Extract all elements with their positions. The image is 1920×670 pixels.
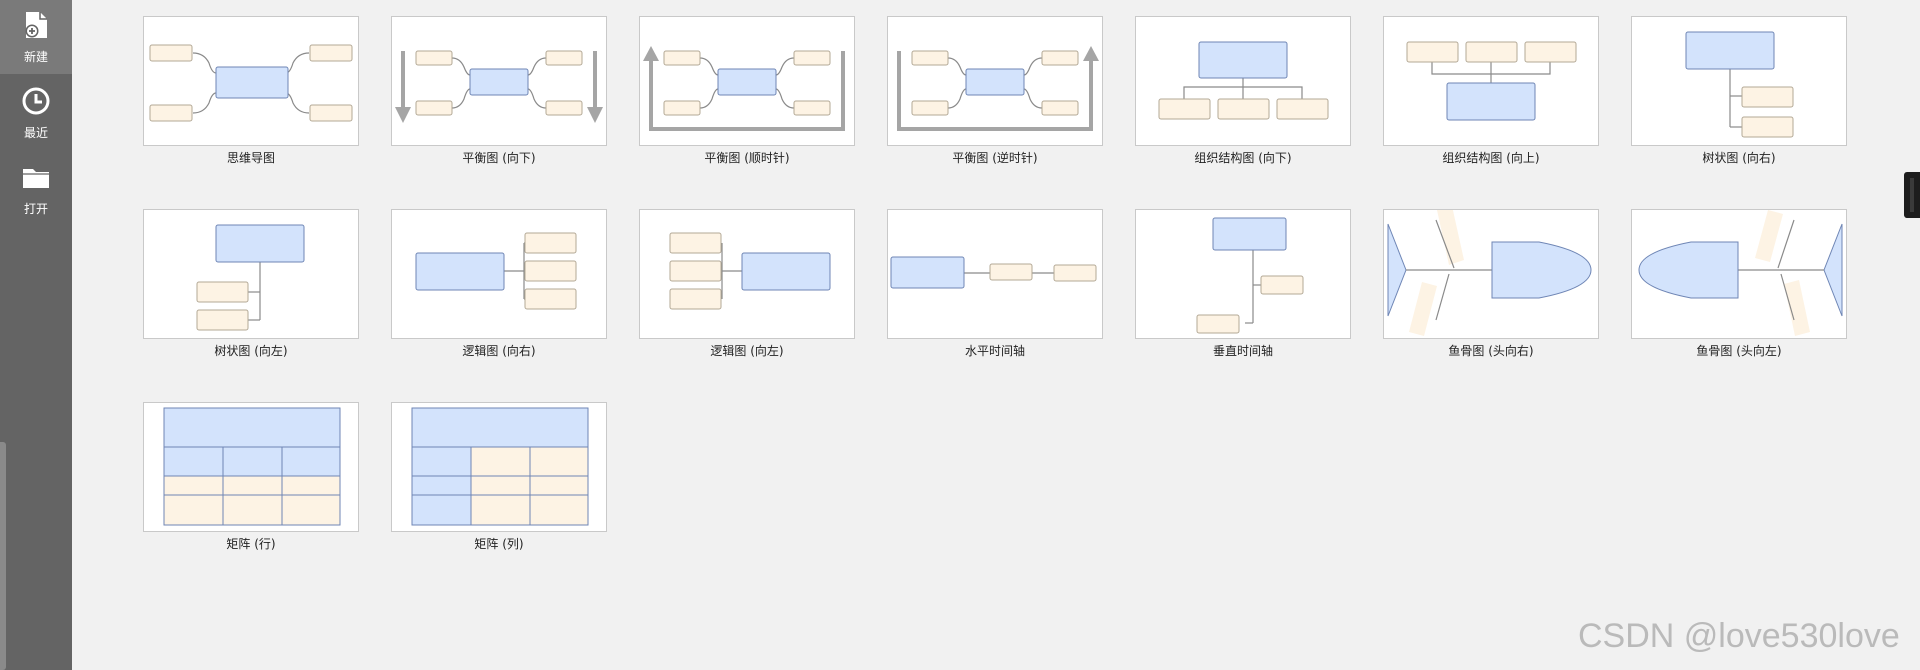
side-panel-grip: [1910, 178, 1914, 212]
template-label: 平衡图 (顺时针): [704, 151, 790, 165]
balance-clockwise-icon: [643, 46, 845, 131]
template-label: 鱼骨图 (头向右): [1448, 344, 1534, 358]
template-label: 垂直时间轴: [1212, 344, 1273, 358]
sidebar-scrollbar[interactable]: [0, 442, 6, 670]
template-thumbnail: [1135, 209, 1351, 339]
sidebar-item-label: 打开: [23, 202, 48, 216]
balance-counterclockwise-icon: [897, 46, 1099, 131]
horizontal-timeline-icon: [890, 256, 1097, 289]
template-label: 平衡图 (逆时针): [952, 151, 1038, 165]
matrix-row-icon: [163, 407, 341, 526]
template-label: 组织结构图 (向上): [1442, 151, 1540, 165]
new-file-icon: [25, 12, 47, 38]
watermark: CSDN @love530love: [1578, 617, 1900, 655]
template-thumbnail: [639, 209, 855, 339]
template-thumbnail: [1631, 209, 1847, 339]
template-thumbnail: [391, 402, 607, 532]
tree-right-icon: [1685, 31, 1794, 138]
template-thumbnail: [887, 209, 1103, 339]
template-thumbnail: [1631, 16, 1847, 146]
side-panel-tab[interactable]: [1904, 172, 1920, 218]
balance-down-icon: [395, 50, 603, 123]
logic-left-icon: [669, 232, 831, 310]
template-label: 逻辑图 (向左): [710, 344, 784, 358]
template-thumbnail: [1383, 16, 1599, 146]
template-label: 平衡图 (向下): [462, 151, 536, 165]
template-thumbnail: [143, 16, 359, 146]
template-label: 逻辑图 (向右): [462, 344, 536, 358]
template-label: 组织结构图 (向下): [1194, 151, 1292, 165]
template-label: 思维导图: [226, 151, 275, 165]
template-label: 矩阵 (列): [474, 537, 524, 551]
mind-map-icon: [149, 44, 353, 122]
template-thumbnail: [391, 209, 607, 339]
fishbone-left-icon: [1638, 210, 1843, 336]
template-thumbnail: [1135, 16, 1351, 146]
sidebar-item-new[interactable]: 新建: [0, 0, 72, 74]
template-thumbnail: [143, 402, 359, 532]
template-thumbnail: [143, 209, 359, 339]
template-thumbnail: [639, 16, 855, 146]
template-thumbnail: [391, 16, 607, 146]
template-thumbnail: [1383, 209, 1599, 339]
folder-icon: [23, 169, 49, 188]
template-thumbnail: [887, 16, 1103, 146]
org-chart-down-icon: [1158, 41, 1329, 120]
org-chart-up-icon: [1406, 41, 1577, 121]
template-label: 鱼骨图 (头向左): [1696, 344, 1782, 358]
tree-left-icon: [196, 224, 305, 331]
matrix-column-icon: [411, 407, 589, 526]
template-label: 树状图 (向左): [214, 344, 288, 358]
logic-right-icon: [415, 232, 577, 310]
sidebar: 新建 最近 打开: [0, 0, 72, 670]
fishbone-right-icon: [1387, 210, 1592, 336]
clock-icon: [22, 87, 50, 115]
sidebar-item-label: 新建: [23, 50, 48, 64]
sidebar-item-open[interactable]: 打开: [0, 152, 72, 226]
sidebar-item-label: 最近: [23, 126, 48, 140]
template-label: 水平时间轴: [964, 344, 1025, 358]
template-label: 树状图 (向右): [1702, 151, 1776, 165]
sidebar-item-recent[interactable]: 最近: [0, 76, 72, 150]
template-label: 矩阵 (行): [226, 537, 276, 551]
vertical-timeline-icon: [1196, 217, 1304, 334]
